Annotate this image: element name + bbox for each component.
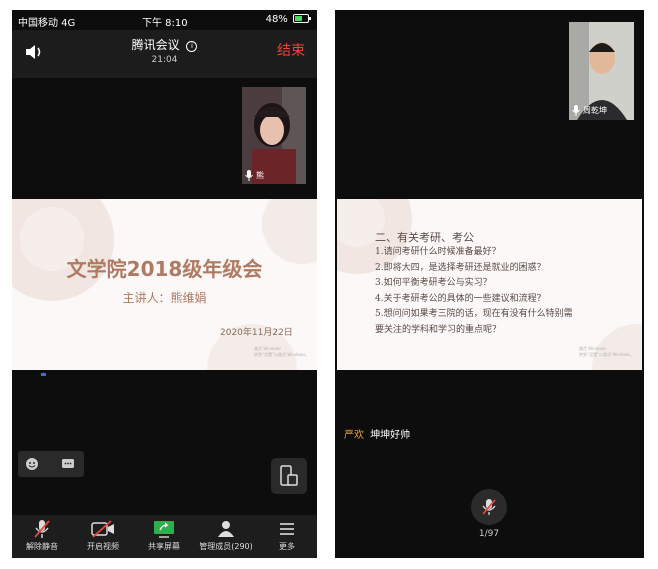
slide-item: 4.关于考研考公的具体的一些建议和流程？: [375, 293, 546, 304]
slide-speaker: 主讲人：熊维娟: [122, 291, 207, 305]
clock: 下午 8:10: [142, 18, 188, 29]
meeting-title-group[interactable]: 腾讯会议 i: [12, 36, 317, 53]
windows-watermark: 激活 Windows 转到“设置”以激活 Windows。: [579, 346, 634, 358]
info-icon[interactable]: i: [186, 41, 198, 52]
participant-video-tile[interactable]: 熊: [242, 87, 306, 184]
right-phone-screen: 周乾坤 二、有关考研、考公 1.请问考研什么时候准备最好？ 2.即将大四，是选择…: [335, 10, 644, 558]
slide-decoration: [12, 199, 317, 370]
watermark-line-2: 转到“设置”以激活 Windows。: [579, 352, 635, 357]
participant-video-tile-right[interactable]: 周乾坤: [569, 22, 634, 120]
cursor-mark: [41, 373, 46, 376]
slide-item: 2.即将大四，是选择考研还是就业的困惑？: [375, 262, 546, 273]
toolbar-more-button[interactable]: 更多: [257, 519, 317, 552]
chat-sender: 严欢: [344, 430, 364, 441]
chat-message: 严欢 坤坤好帅: [344, 426, 410, 441]
unmute-float-button[interactable]: [471, 489, 507, 525]
chat-icon[interactable]: [61, 457, 75, 471]
mic-muted-icon: [34, 520, 50, 538]
windows-watermark: 激活 Windows 转到“设置”以激活 Windows。: [254, 346, 309, 358]
meeting-duration: 21:04: [151, 55, 178, 65]
toolbar-unmute-button[interactable]: 解除静音: [12, 519, 72, 552]
slide-date: 2020年11月22日: [220, 328, 293, 338]
page-counter: 1/97: [478, 529, 500, 539]
video-off-icon: [91, 520, 114, 538]
slide-item: 要关注的学科和学习的重点呢？: [375, 324, 502, 335]
mic-icon: [572, 105, 580, 116]
slide-item: 5.想问问如果考三院的话，现在有没有什么特别需: [375, 309, 573, 319]
slide-item: 1.请问考研什么时候准备最好？: [375, 247, 501, 257]
toolbar-share-button[interactable]: 共享屏幕: [134, 519, 194, 552]
slide-heading: 二、有关考研、考公: [375, 231, 474, 244]
members-icon: [218, 521, 234, 537]
toolbar-members-button[interactable]: 管理成员(290): [195, 519, 257, 552]
toolbar-label-more: 更多: [279, 542, 295, 551]
switch-device-icon: [280, 465, 298, 486]
share-screen-icon: [154, 521, 174, 538]
status-bar: 中国移动 4G 下午 8:10 48%: [12, 10, 317, 30]
toolbar-label-video: 开启视频: [87, 542, 119, 551]
more-icon: [280, 523, 294, 535]
slide-item: 3.如何平衡考研考公与实习？: [375, 278, 492, 288]
shared-slide: 文学院2018级年级会 主讲人：熊维娟 2020年11月22日 激活 Windo…: [12, 199, 317, 370]
toolbar-label-share: 共享屏幕: [148, 542, 180, 551]
mic-icon: [245, 170, 253, 181]
participant-name: 周乾坤: [583, 106, 607, 115]
toolbar-label-unmute: 解除静音: [26, 542, 58, 551]
end-meeting-button[interactable]: 结束: [277, 40, 305, 60]
emoji-icon[interactable]: [25, 457, 39, 471]
toolbar-video-button[interactable]: 开启视频: [73, 519, 133, 552]
meeting-toolbar: 解除静音 开启视频 共享屏幕 管理成员(290) 更多: [12, 515, 317, 558]
slide-question-list: 1.请问考研什么时候准备最好？ 2.即将大四，是选择考研还是就业的困惑？ 3.如…: [375, 245, 573, 338]
watermark-line-2: 转到“设置”以激活 Windows。: [254, 352, 310, 357]
meeting-header: 腾讯会议 i 21:04 结束: [12, 30, 317, 78]
participant-name: 熊: [256, 171, 264, 180]
battery-icon: [293, 14, 311, 23]
slide-title: 文学院2018级年级会: [66, 257, 263, 281]
switch-device-button[interactable]: [271, 458, 307, 494]
shared-slide-right: 二、有关考研、考公 1.请问考研什么时候准备最好？ 2.即将大四，是选择考研还是…: [337, 199, 642, 370]
carrier-label: 中国移动 4G: [18, 18, 76, 29]
toolbar-label-members: 管理成员(290): [199, 542, 253, 551]
battery-indicator: 48%: [266, 14, 311, 25]
chat-text: 坤坤好帅: [370, 430, 411, 441]
battery-percent: 48%: [265, 14, 288, 25]
participant-name-tag: 周乾坤: [572, 105, 607, 116]
participant-name-tag: 熊: [245, 170, 264, 181]
mic-muted-icon: [482, 499, 496, 515]
meeting-title: 腾讯会议: [131, 38, 180, 52]
reaction-bar: [18, 451, 84, 477]
left-phone-screen: 中国移动 4G 下午 8:10 48% 腾讯会议 i 21:04 结束 熊 文学…: [12, 10, 317, 558]
